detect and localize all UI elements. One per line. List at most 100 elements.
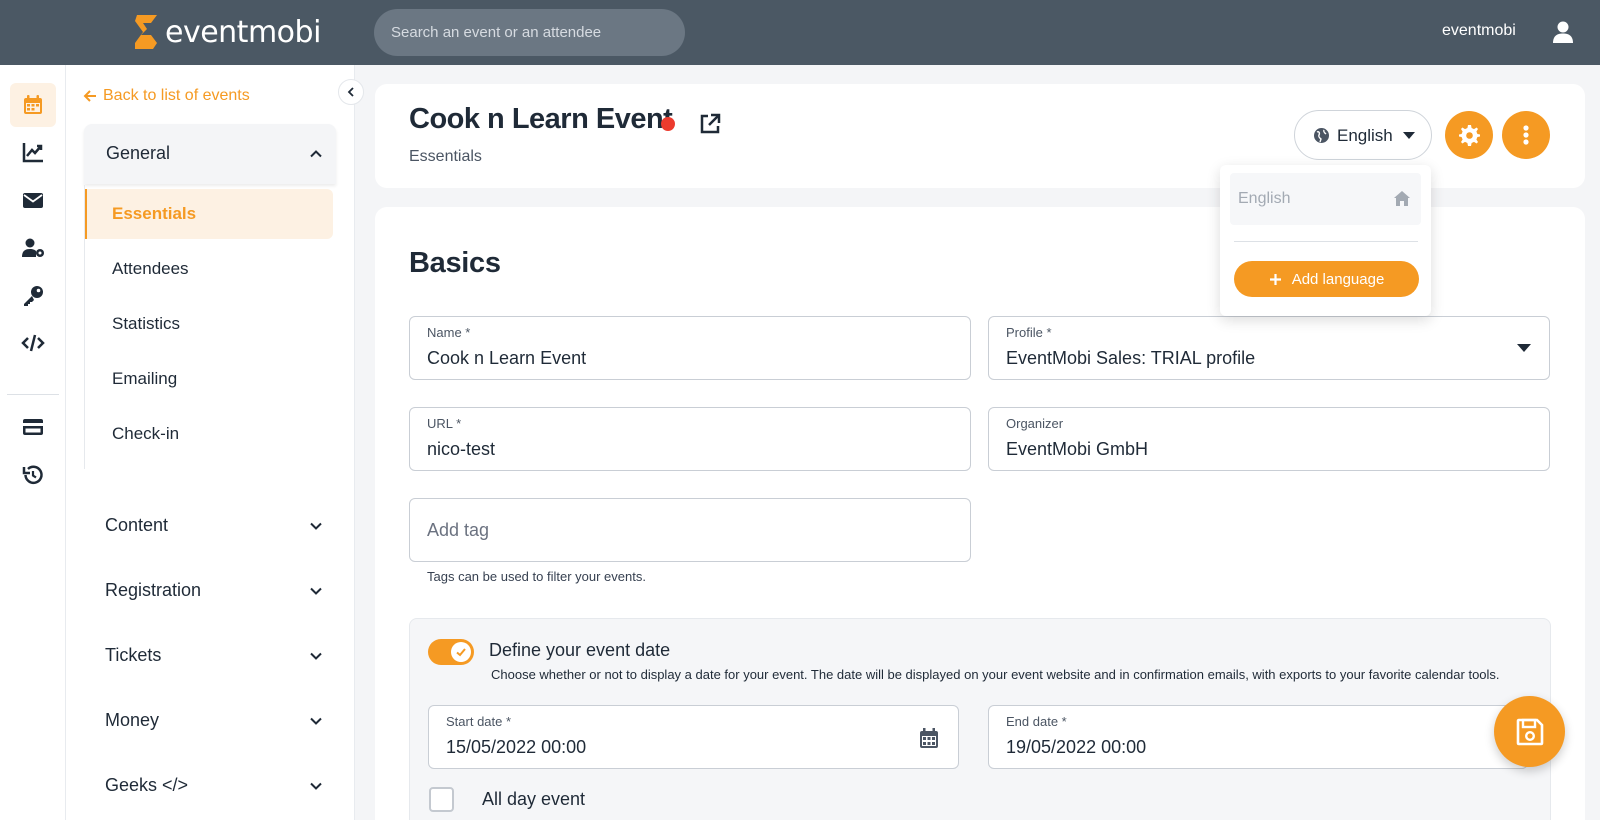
nav-item-attendees[interactable]: Attendees <box>85 244 333 294</box>
nav-item-essentials[interactable]: Essentials <box>85 189 333 239</box>
chevron-down-icon <box>310 652 322 660</box>
field-label: End date * <box>1006 714 1067 729</box>
history-icon <box>22 465 43 485</box>
nav-group-label: Geeks </> <box>105 775 189 795</box>
gear-icon <box>1459 125 1480 146</box>
logo-text: eventmobi <box>165 14 321 50</box>
plus-icon <box>1269 273 1281 285</box>
event-date-description: Choose whether or not to display a date … <box>491 667 1500 682</box>
nav-group-label: Tickets <box>105 645 162 665</box>
field-value: 15/05/2022 00:00 <box>446 737 587 757</box>
eventmobi-logo[interactable]: eventmobi <box>131 13 321 51</box>
add-tag-input[interactable]: Add tag <box>409 498 971 562</box>
start-date-field[interactable]: Start date * 15/05/2022 00:00 <box>428 705 959 769</box>
caret-down-icon <box>1403 132 1415 139</box>
more-options-button[interactable] <box>1502 111 1550 159</box>
event-breadcrumb: Essentials <box>409 148 482 165</box>
arrow-left-icon <box>83 90 96 102</box>
save-icon <box>1516 718 1543 745</box>
nav-item-statistics[interactable]: Statistics <box>85 299 333 349</box>
rail-users[interactable] <box>10 226 56 270</box>
chevron-up-icon <box>310 150 322 158</box>
toggle-knob <box>451 642 471 662</box>
event-status-dot <box>661 117 675 131</box>
event-date-title: Define your event date <box>489 640 671 660</box>
search-placeholder: Search an event or an attendee <box>391 24 602 41</box>
event-title: Cook n Learn Event <box>409 103 673 135</box>
rail-divider <box>7 394 59 395</box>
field-label: URL * <box>427 416 462 431</box>
field-value: nico-test <box>427 439 496 459</box>
event-date-panel: Define your event date Choose whether or… <box>409 618 1551 820</box>
chevron-down-icon <box>310 522 322 530</box>
field-value: EventMobi Sales: TRIAL profile <box>1006 348 1256 368</box>
dropdown-divider <box>1234 241 1418 242</box>
nav-item-check-in[interactable]: Check-in <box>85 409 333 459</box>
nav-group-general[interactable]: General <box>84 124 336 184</box>
nav-group-money[interactable]: Money <box>84 696 336 746</box>
side-navigation: Back to list of events General Essential… <box>66 65 355 820</box>
calendar-icon[interactable] <box>919 727 939 749</box>
nav-group-registration[interactable]: Registration <box>84 566 336 616</box>
section-title: Basics <box>409 247 501 279</box>
icon-rail <box>0 65 66 820</box>
external-link-icon[interactable] <box>698 112 722 136</box>
check-icon <box>456 648 466 657</box>
credit-card-icon <box>23 419 43 435</box>
code-icon <box>21 334 45 352</box>
save-button[interactable] <box>1494 696 1565 767</box>
rail-email[interactable] <box>10 178 56 222</box>
chevron-down-icon <box>310 587 322 595</box>
all-day-checkbox[interactable] <box>429 787 454 812</box>
tag-helper-text: Tags can be used to filter your events. <box>427 569 646 584</box>
add-language-button[interactable]: Add language <box>1234 261 1419 297</box>
nav-item-emailing[interactable]: Emailing <box>85 354 333 404</box>
language-select-value: English <box>1337 126 1393 145</box>
nav-group-tickets[interactable]: Tickets <box>84 631 336 681</box>
language-select[interactable]: English <box>1294 110 1432 160</box>
rail-developer[interactable] <box>10 321 56 365</box>
rail-billing[interactable] <box>10 405 56 449</box>
calendar-icon <box>24 95 42 114</box>
language-option-english[interactable]: English <box>1230 173 1421 225</box>
nav-group-label: General <box>106 143 171 163</box>
user-name[interactable]: eventmobi <box>1442 22 1516 40</box>
rail-access[interactable] <box>10 274 56 318</box>
profile-select[interactable]: Profile * EventMobi Sales: TRIAL profile <box>988 316 1550 380</box>
top-bar: eventmobi Search an event or an attendee… <box>0 0 1600 65</box>
end-date-field[interactable]: End date * 19/05/2022 00:00 <box>988 705 1528 769</box>
name-field[interactable]: Name * Cook n Learn Event <box>409 316 971 380</box>
organizer-field[interactable]: Organizer EventMobi GmbH <box>988 407 1550 471</box>
field-value: 19/05/2022 00:00 <box>1006 737 1147 757</box>
field-label: Start date * <box>446 714 512 729</box>
key-icon <box>24 286 43 306</box>
event-date-toggle[interactable] <box>428 639 474 665</box>
logo-mark-icon <box>131 13 161 51</box>
tag-placeholder: Add tag <box>427 520 490 540</box>
field-label: Organizer <box>1006 416 1064 431</box>
nav-group-content[interactable]: Content <box>84 501 336 551</box>
field-value: Cook n Learn Event <box>427 348 587 368</box>
user-icon[interactable] <box>1551 20 1575 44</box>
field-value: EventMobi GmbH <box>1006 439 1149 459</box>
user-gear-icon <box>22 238 44 257</box>
settings-button[interactable] <box>1445 111 1493 159</box>
search-input[interactable]: Search an event or an attendee <box>374 9 685 56</box>
rail-history[interactable] <box>10 453 56 497</box>
back-link-label: Back to list of events <box>103 87 250 104</box>
language-option-label: English <box>1238 190 1291 207</box>
field-label: Profile * <box>1006 325 1052 340</box>
url-field[interactable]: URL * nico-test <box>409 407 971 471</box>
nav-group-geeks[interactable]: Geeks </> <box>84 761 336 811</box>
caret-down-icon <box>1517 344 1531 352</box>
add-language-label: Add language <box>1291 270 1385 288</box>
chevron-left-icon <box>347 87 354 97</box>
rail-events[interactable] <box>10 83 56 127</box>
all-day-label: All day event <box>482 789 586 809</box>
field-label: Name * <box>427 325 471 340</box>
rail-analytics[interactable] <box>10 130 56 174</box>
back-to-events-link[interactable]: Back to list of events <box>83 87 250 105</box>
nav-group-label: Registration <box>105 580 202 600</box>
envelope-icon <box>23 193 43 208</box>
collapse-sidebar-button[interactable] <box>338 79 364 105</box>
